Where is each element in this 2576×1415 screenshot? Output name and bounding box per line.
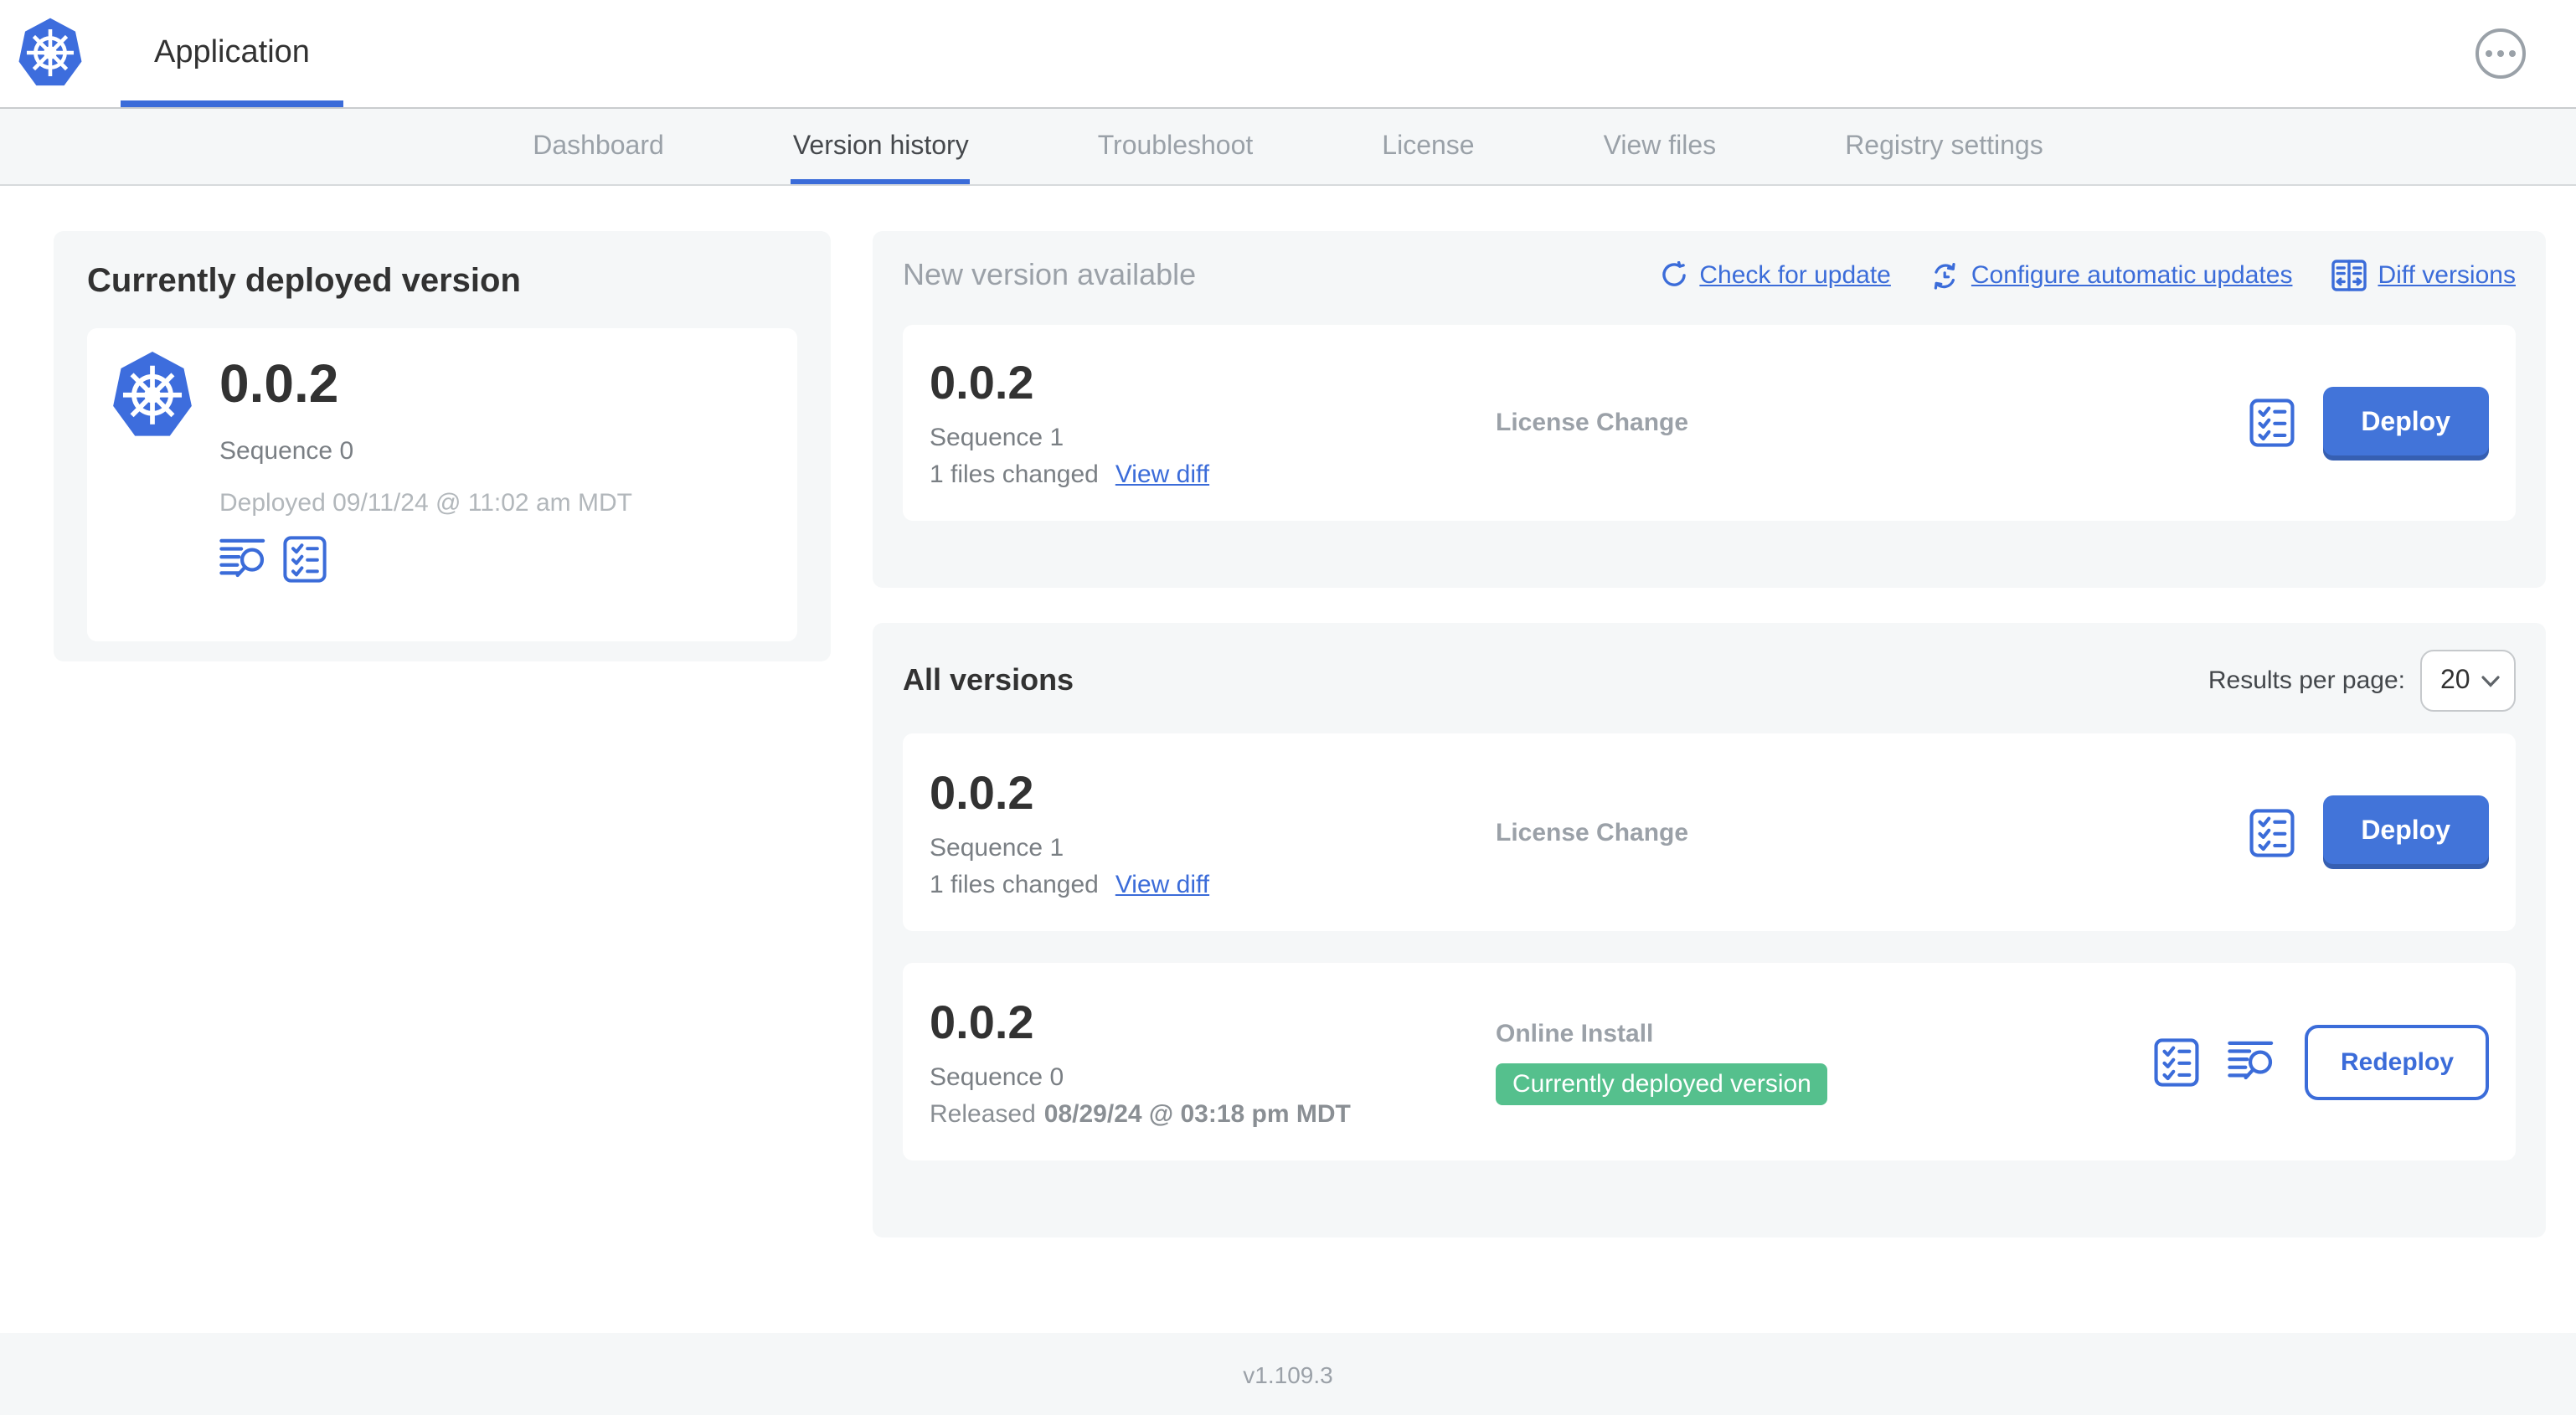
- version-info: 0.0.2 Sequence 0 Released 08/29/24 @ 03:1…: [930, 996, 1496, 1128]
- tab-dashboard[interactable]: Dashboard: [531, 109, 666, 184]
- results-per-page-select[interactable]: 20: [2420, 650, 2516, 712]
- version-info: 0.0.2 Sequence 1 1 files changed View di…: [930, 357, 1496, 489]
- version-source: License Change: [1496, 409, 2249, 437]
- deploy-button[interactable]: Deploy: [2322, 795, 2489, 869]
- new-version-panel: New version available Check for update C…: [873, 231, 2546, 588]
- new-version-header: New version available Check for update C…: [903, 258, 2516, 293]
- version-sequence: Sequence 1: [930, 833, 1064, 862]
- ellipsis-icon: [2486, 50, 2492, 57]
- check-for-update-link[interactable]: Check for update: [1659, 261, 1891, 290]
- new-version-links: Check for update Configure automatic upd…: [1659, 260, 2516, 291]
- preflight-checklist-icon[interactable]: [2249, 399, 2294, 447]
- diff-versions-link[interactable]: Diff versions: [2331, 260, 2516, 291]
- tab-license[interactable]: License: [1380, 109, 1476, 184]
- currently-deployed-card: Currently deployed version 0.0.2 Sequenc…: [54, 231, 831, 661]
- right-column: New version available Check for update C…: [873, 231, 2546, 1237]
- deploy-logs-icon[interactable]: [219, 538, 268, 581]
- app-title-tab[interactable]: Application: [121, 0, 343, 107]
- kubernetes-wheel-icon: [18, 18, 82, 86]
- version-sequence: Sequence 1: [930, 424, 1064, 452]
- footer: v1.109.3: [0, 1333, 2576, 1415]
- version-source-label: Online Install: [1496, 1019, 1654, 1047]
- sync-clock-icon: [1934, 261, 1955, 289]
- more-options-button[interactable]: [2476, 28, 2526, 79]
- version-source: License Change: [1496, 818, 2249, 846]
- released-timestamp: Released 08/29/24 @ 03:18 pm MDT: [930, 1099, 1351, 1128]
- version-source-label: License Change: [1496, 409, 1689, 437]
- view-diff-link[interactable]: View diff: [1115, 461, 1209, 489]
- top-bar: Application: [0, 0, 2576, 109]
- current-version-number: 0.0.2: [219, 353, 339, 414]
- preflight-checklist-icon[interactable]: [283, 536, 327, 583]
- tab-registry-settings[interactable]: Registry settings: [1843, 109, 2045, 184]
- currently-deployed-title: Currently deployed version: [87, 263, 521, 300]
- version-actions: Redeploy: [2155, 1024, 2489, 1099]
- files-changed: 1 files changed View diff: [930, 461, 1210, 489]
- version-number: 0.0.2: [930, 996, 1034, 1047]
- all-versions-panel: All versions Results per page: 20 0.0.2 …: [873, 623, 2546, 1237]
- currently-deployed-version-card: 0.0.2 Sequence 0 Deployed 09/11/24 @ 11:…: [87, 328, 797, 641]
- view-diff-link[interactable]: View diff: [1115, 870, 1209, 898]
- tab-version-history[interactable]: Version history: [791, 109, 971, 184]
- check-update-refresh-icon: [1662, 261, 1686, 286]
- all-versions-title: All versions: [903, 663, 1074, 697]
- version-row: 0.0.2 Sequence 0 Released 08/29/24 @ 03:1…: [903, 963, 2516, 1160]
- new-version-row: 0.0.2 Sequence 1 1 files changed View di…: [903, 325, 2516, 521]
- currently-deployed-badge: Currently deployed version: [1496, 1063, 1828, 1104]
- current-version-deployed-timestamp: Deployed 09/11/24 @ 11:02 am MDT: [219, 489, 632, 517]
- version-row: 0.0.2 Sequence 1 1 files changed View di…: [903, 733, 2516, 931]
- results-per-page: Results per page: 20: [2208, 650, 2516, 712]
- version-source: Online Install Currently deployed versio…: [1496, 1019, 2155, 1104]
- results-per-page-box: 20: [2420, 650, 2516, 712]
- current-version-details: 0.0.2 Sequence 0 Deployed 09/11/24 @ 11:…: [219, 350, 632, 620]
- all-versions-header: All versions Results per page: 20: [903, 650, 2516, 712]
- preflight-checklist-icon[interactable]: [2155, 1037, 2200, 1086]
- deploy-button[interactable]: Deploy: [2322, 386, 2489, 460]
- version-source-label: License Change: [1496, 818, 1689, 846]
- tab-troubleshoot[interactable]: Troubleshoot: [1096, 109, 1255, 184]
- version-actions: Deploy: [2249, 795, 2489, 869]
- configure-automatic-updates-link[interactable]: Configure automatic updates: [1929, 260, 2292, 291]
- redeploy-button[interactable]: Redeploy: [2305, 1024, 2489, 1099]
- new-version-title: New version available: [903, 258, 1197, 291]
- current-version-sequence: Sequence 0: [219, 437, 354, 466]
- deploy-logs-icon[interactable]: [2228, 1040, 2277, 1083]
- kubernetes-wheel-icon: [113, 352, 192, 436]
- current-version-actions: [219, 536, 632, 583]
- app-logo: [17, 0, 84, 107]
- version-number: 0.0.2: [930, 357, 1034, 409]
- version-info: 0.0.2 Sequence 1 1 files changed View di…: [930, 766, 1496, 898]
- nav-tab-bar: Dashboard Version history Troubleshoot L…: [0, 109, 2576, 186]
- main-content: Currently deployed version 0.0.2 Sequenc…: [0, 186, 2576, 1333]
- admin-console-version: v1.109.3: [1243, 1361, 1333, 1387]
- app-title: Application: [154, 35, 310, 70]
- version-number: 0.0.2: [930, 766, 1034, 818]
- results-per-page-label: Results per page:: [2208, 666, 2405, 695]
- app-window: Application Dashboard Version history Tr…: [0, 0, 2576, 1415]
- version-sequence: Sequence 0: [930, 1063, 1064, 1091]
- version-actions: Deploy: [2249, 386, 2489, 460]
- preflight-checklist-icon[interactable]: [2249, 808, 2294, 857]
- files-changed: 1 files changed View diff: [930, 870, 1210, 898]
- tab-view-files[interactable]: View files: [1602, 109, 1718, 184]
- diff-columns-icon: [2331, 260, 2367, 291]
